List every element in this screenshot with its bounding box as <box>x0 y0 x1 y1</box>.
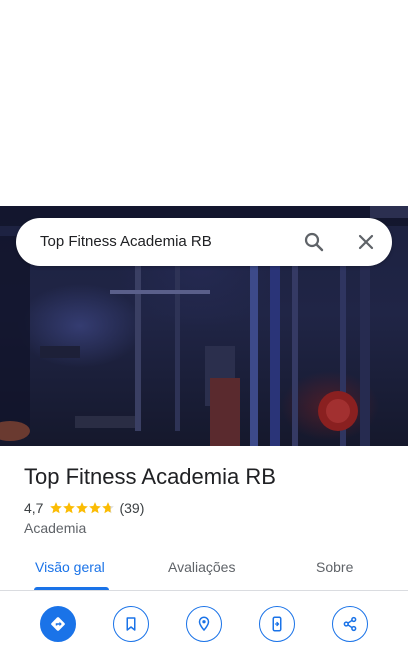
star-icon <box>63 502 76 514</box>
star-icon <box>89 502 102 514</box>
rating-value: 4,7 <box>24 500 44 516</box>
send-to-phone-icon <box>272 616 282 632</box>
search-input[interactable]: Top Fitness Academia RB <box>40 233 212 250</box>
search-bar[interactable]: Top Fitness Academia RB <box>16 218 392 266</box>
map-blank-area <box>0 0 408 206</box>
action-bar <box>0 592 408 652</box>
directions-icon <box>51 617 65 631</box>
save-button[interactable] <box>113 606 149 642</box>
rating-row[interactable]: 4,7 (39) <box>24 499 144 517</box>
search-icon[interactable] <box>302 230 326 254</box>
share-icon <box>343 616 357 632</box>
nearby-button[interactable] <box>186 606 222 642</box>
bookmark-icon <box>126 617 136 631</box>
star-icon <box>76 502 89 514</box>
tab-overview[interactable]: Visão geral <box>35 559 105 575</box>
directions-button[interactable] <box>40 606 76 642</box>
nearby-pin-icon <box>198 616 210 632</box>
star-icon <box>50 502 63 514</box>
star-half-icon <box>102 502 115 514</box>
tab-reviews[interactable]: Avaliações <box>168 559 235 575</box>
tab-about[interactable]: Sobre <box>316 559 353 575</box>
share-button[interactable] <box>332 606 368 642</box>
place-title: Top Fitness Academia RB <box>24 464 276 489</box>
review-count[interactable]: (39) <box>119 500 144 516</box>
rating-stars <box>49 501 115 515</box>
active-tab-indicator <box>34 587 109 590</box>
send-to-phone-button[interactable] <box>259 606 295 642</box>
place-category: Academia <box>24 520 87 536</box>
close-icon[interactable] <box>354 230 378 254</box>
place-tabs: Visão geral Avaliações Sobre <box>0 546 408 591</box>
